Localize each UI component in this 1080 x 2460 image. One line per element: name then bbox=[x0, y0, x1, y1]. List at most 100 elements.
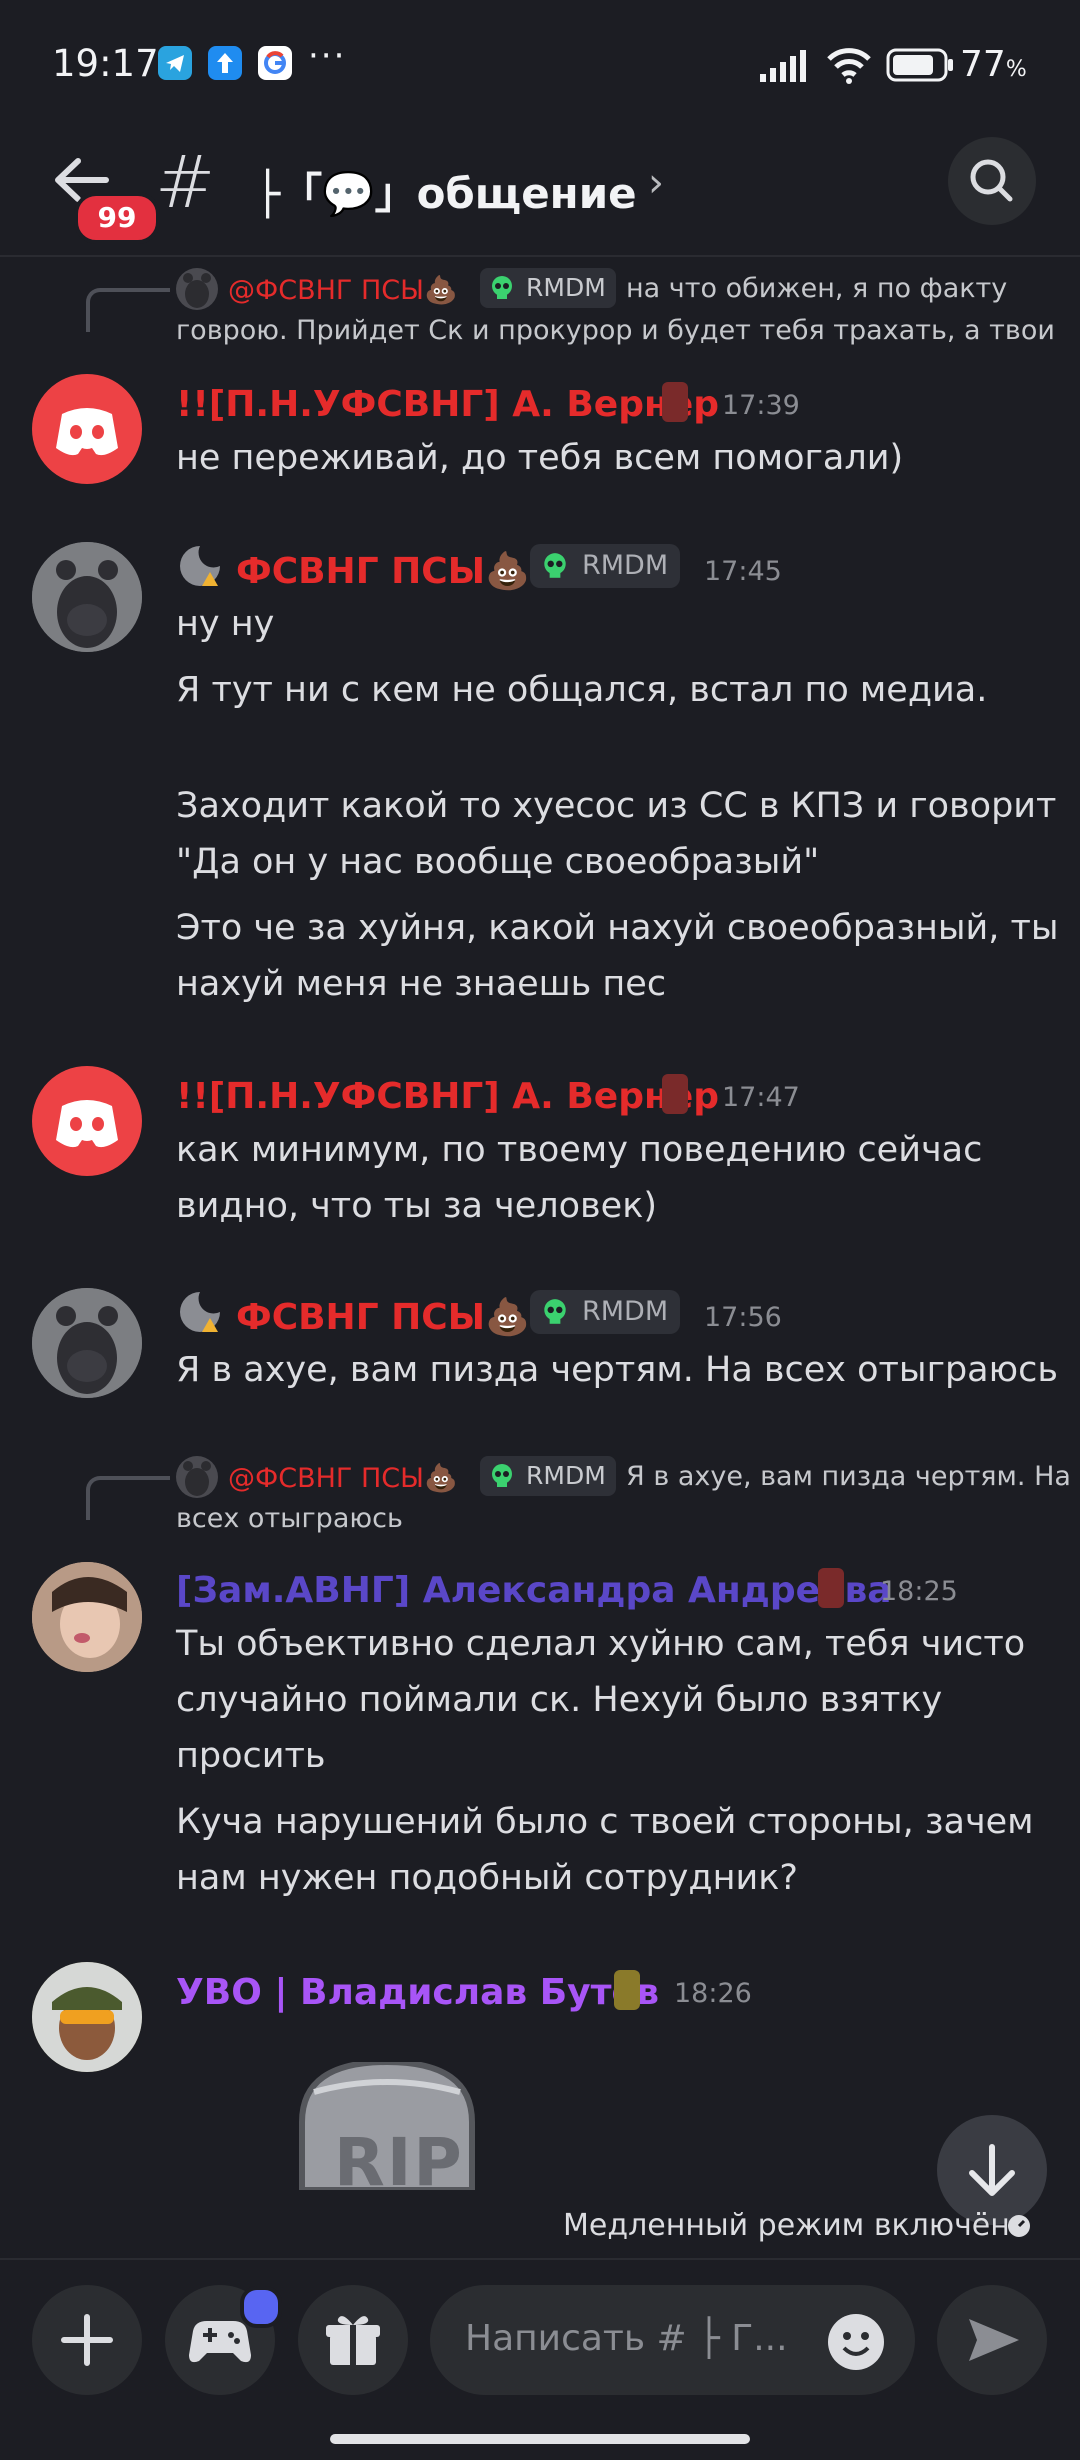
avatar[interactable] bbox=[32, 542, 142, 652]
reply-role-label: RMDM bbox=[526, 273, 606, 302]
timer-icon bbox=[1006, 2213, 1032, 2239]
skull-icon bbox=[492, 1464, 512, 1487]
chevron-right-icon[interactable]: › bbox=[648, 160, 664, 206]
slow-mode-text: Медленный режим включён. bbox=[563, 2208, 1020, 2243]
signal-icon bbox=[760, 50, 812, 86]
reply-avatar bbox=[176, 268, 218, 310]
role-label: RMDM bbox=[582, 1296, 669, 1327]
timestamp: 17:39 bbox=[722, 390, 800, 421]
author-name[interactable]: ФСВНГ ПСЫ💩 bbox=[236, 550, 530, 592]
google-icon bbox=[258, 46, 292, 80]
telegram-icon bbox=[158, 46, 192, 80]
reply-text-line1[interactable]: Я в ахуе, вам пизда чертям. На bbox=[626, 1456, 1071, 1498]
avatar[interactable] bbox=[32, 1962, 142, 2072]
rank-icon bbox=[818, 1568, 844, 1608]
timestamp: 17:45 bbox=[704, 556, 782, 587]
message-text[interactable]: не переживай, до тебя всем помогали) bbox=[176, 430, 903, 487]
emoji-button[interactable] bbox=[826, 2312, 886, 2372]
author-name[interactable]: ФСВНГ ПСЫ💩 bbox=[236, 1296, 530, 1338]
reply-text-line2[interactable]: говрою. Прийдет Ск и прокурор и будет те… bbox=[176, 310, 1055, 352]
message-text[interactable]: Ты объективно сделал хуйню сам, тебя чис… bbox=[176, 1616, 1025, 1673]
unread-badge: 99 bbox=[74, 192, 160, 244]
reply-avatar bbox=[176, 1456, 218, 1498]
moon-warning-icon bbox=[176, 542, 224, 590]
message-text[interactable]: видно, что ты за человек) bbox=[176, 1178, 657, 1235]
hippo-avatar-image bbox=[32, 1288, 142, 1398]
activities-notification-dot bbox=[240, 2286, 282, 2328]
channel-name[interactable]: ├「💬」общение bbox=[255, 160, 637, 221]
reply-text-line1[interactable]: на что обижен, я по факту bbox=[626, 268, 1007, 310]
discord-logo-icon bbox=[56, 1100, 118, 1148]
discord-logo-icon bbox=[56, 408, 118, 456]
rank-icon bbox=[614, 1970, 640, 2010]
smiley-icon bbox=[828, 2314, 884, 2370]
timestamp: 17:47 bbox=[722, 1082, 800, 1113]
battery-percent: 77 bbox=[960, 44, 1006, 85]
appstore-icon bbox=[208, 46, 242, 80]
skull-icon bbox=[544, 1299, 566, 1324]
gift-button[interactable] bbox=[298, 2285, 408, 2395]
moon-warning-icon bbox=[176, 1288, 224, 1336]
message-text[interactable]: "Да он у нас вообще своеобразый" bbox=[176, 834, 819, 891]
battery-icon bbox=[886, 48, 954, 86]
plus-icon bbox=[61, 2314, 113, 2366]
gift-icon bbox=[326, 2316, 380, 2365]
role-tag: RMDM bbox=[530, 544, 681, 588]
avatar[interactable] bbox=[32, 374, 142, 484]
message-text[interactable]: Я в ахуе, вам пизда чертям. На всех отыг… bbox=[176, 1342, 1058, 1399]
role-tag: RMDM bbox=[530, 1290, 681, 1334]
reply-connector bbox=[86, 288, 170, 332]
role-label: RMDM bbox=[582, 550, 669, 581]
skull-icon bbox=[544, 553, 566, 578]
message-text[interactable]: просить bbox=[176, 1728, 326, 1785]
search-button[interactable] bbox=[948, 137, 1036, 225]
reply-role-tag: RMDM bbox=[480, 1456, 616, 1496]
avatar[interactable] bbox=[32, 1066, 142, 1176]
avatar[interactable] bbox=[32, 1562, 142, 1672]
sticker-text: RIP bbox=[334, 2124, 464, 2190]
send-icon bbox=[969, 2319, 1019, 2361]
home-indicator bbox=[330, 2434, 750, 2444]
battery-level: 77% bbox=[960, 44, 1027, 85]
reply-author[interactable]: @ФСВНГ ПСЫ💩 bbox=[228, 274, 458, 306]
message-text[interactable]: нахуй меня не знаешь пес bbox=[176, 956, 666, 1013]
woman-avatar-image bbox=[32, 1562, 142, 1672]
more-notifications: ··· bbox=[308, 36, 347, 76]
rank-icon bbox=[662, 1074, 688, 1114]
message-text[interactable]: ну ну bbox=[176, 596, 274, 653]
search-icon bbox=[970, 159, 1013, 202]
battery-unit: % bbox=[1005, 57, 1027, 82]
soldier-avatar-image bbox=[32, 1962, 142, 2072]
rank-icon bbox=[662, 382, 688, 422]
message-text[interactable]: Заходит какой то хуесос из СС в КПЗ и го… bbox=[176, 778, 1056, 835]
hippo-avatar-image bbox=[32, 542, 142, 652]
timestamp: 18:25 bbox=[880, 1576, 958, 1607]
avatar[interactable] bbox=[32, 1288, 142, 1398]
timestamp: 17:56 bbox=[704, 1302, 782, 1333]
message-text[interactable]: Я тут ни с кем не общался, встал по меди… bbox=[176, 662, 987, 719]
author-name[interactable]: !![П.Н.УФСВНГ] А. Вернер bbox=[176, 1076, 719, 1117]
message-text[interactable]: как минимум, по твоему поведению сейчас bbox=[176, 1122, 982, 1179]
send-button[interactable] bbox=[937, 2285, 1047, 2395]
reply-role-label: RMDM bbox=[526, 1461, 606, 1490]
reply-connector bbox=[86, 1476, 170, 1520]
reply-author[interactable]: @ФСВНГ ПСЫ💩 bbox=[228, 1462, 458, 1494]
channel-hash-icon: # bbox=[155, 140, 216, 224]
reply-text-line2[interactable]: всех отыграюсь bbox=[176, 1498, 403, 1540]
rip-sticker[interactable]: RIP bbox=[292, 2062, 482, 2190]
author-name[interactable]: УВО | Владислав Бутов bbox=[176, 1972, 659, 2013]
divider bbox=[0, 2258, 1080, 2260]
skull-icon bbox=[492, 276, 512, 299]
author-name[interactable]: [Зам.АВНГ] Александра Андреева bbox=[176, 1570, 892, 1611]
message-text[interactable]: Это че за хуйня, какой нахуй своеобразны… bbox=[176, 900, 1059, 957]
add-attachment-button[interactable] bbox=[32, 2285, 142, 2395]
wifi-icon bbox=[826, 46, 872, 88]
message-text[interactable]: случайно поймали ск. Нехуй было взятку bbox=[176, 1672, 942, 1729]
reply-role-tag: RMDM bbox=[480, 268, 616, 308]
timestamp: 18:26 bbox=[674, 1978, 752, 2009]
status-time: 19:17 bbox=[52, 42, 159, 85]
message-text[interactable]: нам нужен подобный сотрудник? bbox=[176, 1850, 798, 1907]
message-text[interactable]: Куча нарушений было с твоей стороны, зач… bbox=[176, 1794, 1034, 1851]
author-name[interactable]: !![П.Н.УФСВНГ] А. Вернер bbox=[176, 384, 719, 425]
message-input-placeholder: Написать # ├ Г... bbox=[465, 2318, 788, 2359]
